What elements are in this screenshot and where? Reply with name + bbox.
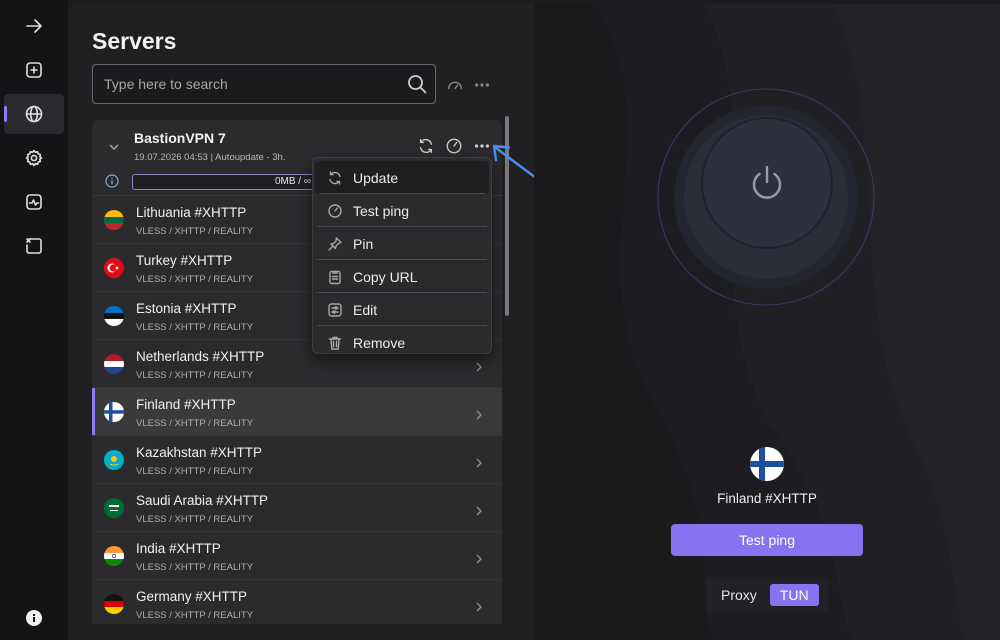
- menu-item-label: Edit: [353, 301, 378, 318]
- nav-rail: [0, 0, 68, 640]
- server-row[interactable]: Germany #XHTTP VLESS / XHTTP / REALITY: [92, 580, 502, 624]
- group-test-ping-button[interactable]: [444, 136, 464, 156]
- server-name: Turkey #XHTTP: [136, 253, 233, 268]
- menu-item-label: Remove: [353, 334, 406, 351]
- add-profile-icon: [26, 62, 42, 78]
- mode-proxy-option[interactable]: Proxy: [721, 587, 757, 603]
- chevron-right-icon[interactable]: [474, 551, 484, 564]
- mode-tun-option[interactable]: TUN: [769, 584, 819, 606]
- edit-settings-icon: [328, 302, 342, 317]
- menu-item-label: Copy URL: [353, 268, 418, 285]
- current-server-name: Finland #XHTTP: [717, 491, 817, 506]
- server-protocol: VLESS / XHTTP / REALITY: [136, 418, 254, 429]
- test-all-ping-button[interactable]: [445, 75, 465, 95]
- chevron-down-icon[interactable]: [108, 140, 120, 152]
- pin-icon: [328, 236, 342, 251]
- speedometer-icon: [448, 81, 462, 90]
- nav-settings-button[interactable]: [4, 138, 64, 178]
- server-protocol: VLESS / XHTTP / REALITY: [136, 370, 254, 381]
- menu-item-pin[interactable]: Pin: [313, 227, 491, 260]
- flag-icon: [104, 306, 124, 326]
- speedometer-icon: [446, 138, 462, 154]
- info-icon[interactable]: [105, 174, 119, 188]
- chevron-right-icon[interactable]: [474, 599, 484, 612]
- globe-icon: [25, 105, 43, 123]
- test-ping-button[interactable]: Test ping: [671, 524, 863, 556]
- more-options-button[interactable]: [472, 75, 492, 95]
- server-protocol: VLESS / XHTTP / REALITY: [136, 562, 254, 573]
- servers-panel: Servers BastionVPN 7 19.07.2026 04:53 | …: [68, 4, 534, 640]
- more-horizontal-icon: [475, 83, 489, 87]
- mode-switch: Proxy TUN: [706, 577, 828, 613]
- refresh-icon: [329, 170, 341, 185]
- chevron-right-icon[interactable]: [474, 503, 484, 516]
- server-name: Germany #XHTTP: [136, 589, 248, 604]
- server-row[interactable]: India #XHTTP VLESS / XHTTP / REALITY: [92, 532, 502, 580]
- group-context-menu: Update Test ping Pin Copy URL Edit Remov…: [312, 157, 492, 354]
- server-name: India #XHTTP: [136, 541, 221, 556]
- server-protocol: VLESS / XHTTP / REALITY: [136, 610, 254, 621]
- group-update-info: 19.07.2026 04:53 | Autoupdate - 3h.: [134, 152, 286, 163]
- search-box[interactable]: [92, 64, 436, 104]
- server-name: Estonia #XHTTP: [136, 301, 237, 316]
- flag-icon: [104, 594, 124, 614]
- flag-icon: [104, 450, 124, 470]
- menu-item-test-ping[interactable]: Test ping: [313, 194, 491, 227]
- menu-item-label: Test ping: [353, 202, 410, 219]
- speedometer-icon: [328, 203, 342, 218]
- trash-icon: [328, 336, 342, 350]
- menu-item-remove[interactable]: Remove: [313, 326, 491, 359]
- power-icon: [752, 165, 782, 199]
- menu-item-label: Pin: [353, 235, 374, 252]
- connect-power-button[interactable]: [701, 117, 833, 249]
- server-name: Finland #XHTTP: [136, 397, 236, 412]
- server-protocol: VLESS / XHTTP / REALITY: [136, 466, 254, 477]
- nav-servers-button[interactable]: [4, 94, 64, 134]
- traffic-usage-bar: 0MB / ∞: [132, 174, 316, 190]
- nav-logs-button[interactable]: [4, 226, 64, 266]
- server-name: Lithuania #XHTTP: [136, 205, 247, 220]
- chevron-right-icon[interactable]: [474, 407, 484, 420]
- page-title: Servers: [92, 28, 177, 54]
- chevron-right-icon[interactable]: [474, 455, 484, 468]
- server-row[interactable]: Saudi Arabia #XHTTP VLESS / XHTTP / REALI…: [92, 484, 502, 532]
- server-name: Saudi Arabia #XHTTP: [136, 493, 269, 508]
- logs-icon: [26, 238, 42, 254]
- group-update-button[interactable]: [416, 136, 436, 156]
- arrow-right-icon: [26, 19, 42, 33]
- current-server-flag-icon: [750, 447, 784, 481]
- flag-icon: [104, 402, 124, 422]
- server-name: Netherlands #XHTTP: [136, 349, 265, 364]
- server-protocol: VLESS / XHTTP / REALITY: [136, 226, 254, 237]
- server-row[interactable]: Finland #XHTTP VLESS / XHTTP / REALITY: [92, 388, 502, 436]
- search-icon[interactable]: [407, 74, 427, 94]
- flag-icon: [104, 498, 124, 518]
- server-row[interactable]: Kazakhstan #XHTTP VLESS / XHTTP / REALITY: [92, 436, 502, 484]
- flag-icon: [104, 546, 124, 566]
- info-icon[interactable]: [26, 610, 42, 626]
- nav-collapse-button[interactable]: [4, 6, 64, 46]
- menu-item-copy-url[interactable]: Copy URL: [313, 260, 491, 293]
- menu-item-label: Update: [353, 169, 399, 186]
- server-protocol: VLESS / XHTTP / REALITY: [136, 514, 254, 525]
- menu-item-update[interactable]: Update: [315, 161, 489, 194]
- server-protocol: VLESS / XHTTP / REALITY: [136, 322, 254, 333]
- clipboard-icon: [329, 270, 341, 284]
- group-name: BastionVPN 7: [134, 130, 226, 146]
- nav-statistics-button[interactable]: [4, 182, 64, 222]
- chevron-right-icon[interactable]: [474, 359, 484, 372]
- refresh-icon: [419, 138, 433, 154]
- server-protocol: VLESS / XHTTP / REALITY: [136, 274, 254, 285]
- activity-chart-icon: [26, 194, 42, 210]
- flag-icon: [104, 258, 124, 278]
- server-name: Kazakhstan #XHTTP: [136, 445, 263, 460]
- gear-icon: [25, 149, 43, 167]
- annotation-arrow-icon: [492, 144, 538, 180]
- flag-icon: [104, 210, 124, 230]
- menu-item-edit[interactable]: Edit: [313, 293, 491, 326]
- flag-icon: [104, 354, 124, 374]
- nav-add-profile-button[interactable]: [4, 50, 64, 90]
- search-input[interactable]: [104, 76, 407, 92]
